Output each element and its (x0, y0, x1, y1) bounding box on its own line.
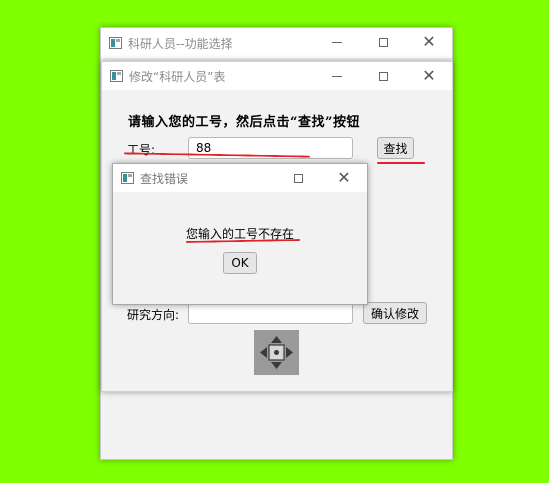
minimize-icon (332, 41, 342, 43)
window-title: 科研人员--功能选择 (128, 36, 233, 51)
confirm-edit-button[interactable]: 确认修改 (363, 302, 427, 324)
app-icon (110, 70, 123, 82)
record-navigator[interactable] (254, 330, 299, 375)
annotation-underline-find (377, 162, 425, 164)
research-direction-input[interactable] (188, 302, 353, 324)
find-button[interactable]: 查找 (377, 137, 414, 159)
maximize-icon (378, 71, 388, 81)
close-icon: ✕ (422, 32, 436, 51)
maximize-icon (378, 37, 388, 47)
maximize-icon (293, 173, 303, 183)
search-prompt: 请输入您的工号，然后点击“查找”按钮 (128, 115, 360, 130)
app-icon (121, 172, 134, 184)
edit-window-titlebar[interactable]: 修改“科研人员”表 ✕ (102, 62, 452, 90)
close-button[interactable]: ✕ (406, 28, 452, 56)
maximize-button[interactable] (275, 164, 321, 192)
minimize-icon (332, 75, 342, 77)
close-button[interactable]: ✕ (321, 164, 367, 192)
maximize-button[interactable] (360, 62, 406, 90)
dialog-title: 查找错误 (140, 171, 189, 186)
find-error-dialog: 查找错误 ✕ 您输入的工号不存在 OK (112, 163, 368, 305)
close-button[interactable]: ✕ (406, 62, 452, 90)
close-icon: ✕ (337, 168, 351, 187)
minimize-button[interactable] (314, 62, 360, 90)
maximize-button[interactable] (360, 28, 406, 56)
research-direction-label: 研究方向: (127, 308, 180, 322)
employee-id-label: 工号: (127, 143, 156, 157)
close-icon: ✕ (422, 66, 436, 85)
window-title: 修改“科研人员”表 (129, 69, 226, 84)
four-way-arrows-icon (260, 336, 293, 369)
error-dialog-titlebar[interactable]: 查找错误 ✕ (113, 164, 367, 192)
minimize-button[interactable] (314, 28, 360, 56)
function-select-titlebar[interactable]: 科研人员--功能选择 ✕ (101, 28, 452, 58)
ok-button[interactable]: OK (223, 252, 257, 274)
app-icon (109, 37, 122, 49)
